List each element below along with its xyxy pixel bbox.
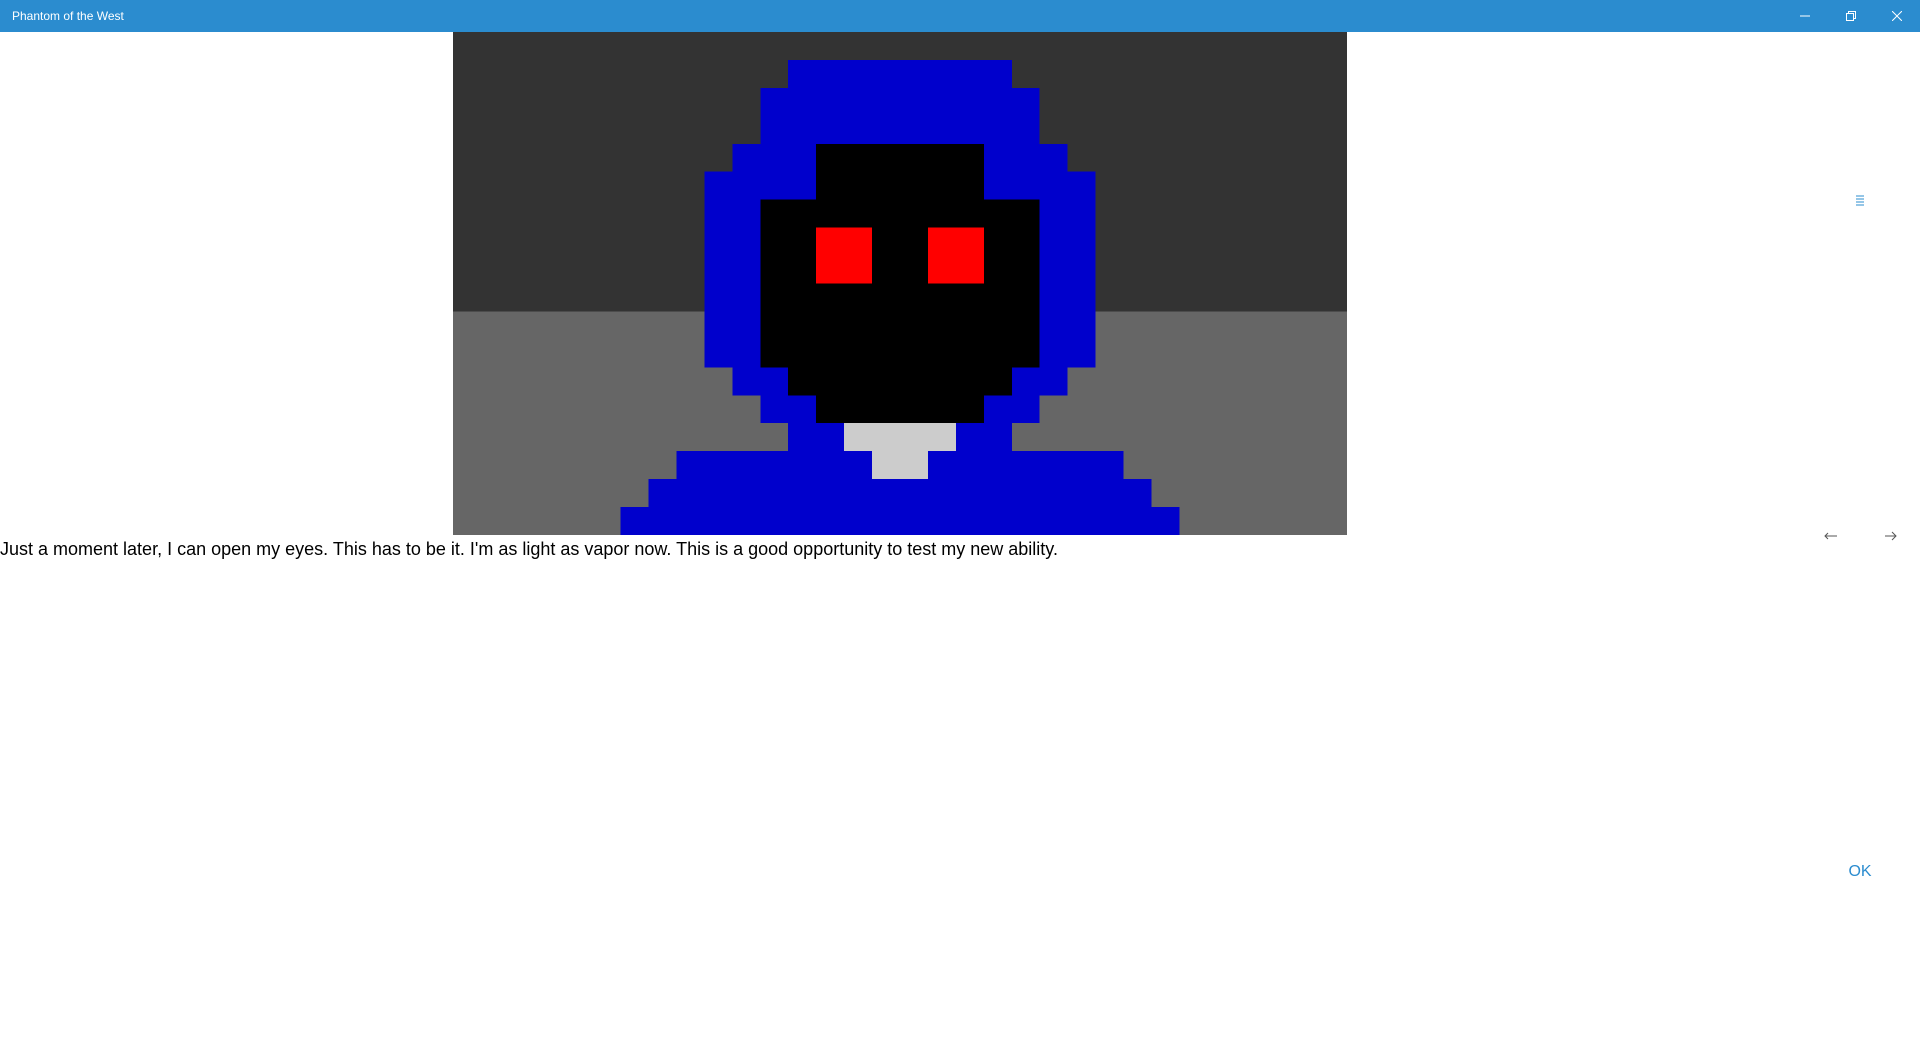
menu-button[interactable] xyxy=(1846,190,1874,210)
back-button[interactable] xyxy=(1818,526,1844,546)
window-title: Phantom of the West xyxy=(12,9,124,23)
ok-button[interactable]: OK xyxy=(1840,860,1880,884)
minimize-button[interactable] xyxy=(1782,0,1828,32)
arrow-right-icon xyxy=(1885,531,1897,541)
scene-image xyxy=(452,32,1348,535)
story-text: Just a moment later, I can open my eyes.… xyxy=(0,539,1058,559)
hooded-phantom-image xyxy=(452,32,1348,535)
close-button[interactable] xyxy=(1874,0,1920,32)
title-bar: Phantom of the West xyxy=(0,0,1920,32)
arrow-left-icon xyxy=(1824,532,1837,540)
minimize-icon xyxy=(1800,15,1810,17)
restore-icon xyxy=(1846,11,1856,21)
restore-button[interactable] xyxy=(1828,0,1874,32)
hamburger-menu-icon xyxy=(1856,195,1864,206)
app-window: Phantom of the West Just a moment later,… xyxy=(0,0,1920,1040)
forward-button[interactable] xyxy=(1878,526,1904,546)
close-icon xyxy=(1892,11,1902,21)
